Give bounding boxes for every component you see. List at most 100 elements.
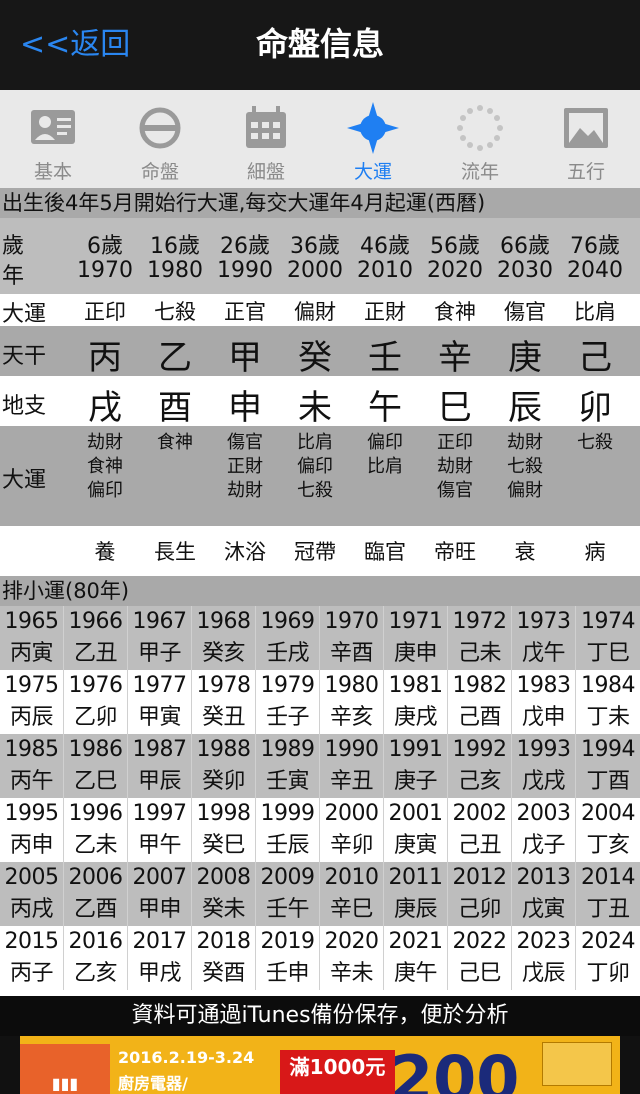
xiaoyun-ganzhi-cell: 戊寅 [512, 894, 576, 926]
xiaoyun-year-cell: 1983 [512, 670, 576, 702]
xiaoyun-ganzhi-row: 丙午 乙巳 甲辰 癸卯 壬寅 辛丑 庚子 己亥 戊戌 丁酉 [0, 766, 640, 798]
ad-date: 2016.2.19-3.24 [118, 1048, 255, 1067]
changsheng-cell: 衰 [514, 540, 536, 564]
canggan-cell: 劫財 [437, 456, 473, 477]
dayun-banner: 出生後4年5月開始行大運,每交大運年4月起運(西曆) [0, 188, 640, 218]
xiaoyun-year-cell: 2004 [581, 801, 636, 826]
xiaoyun-ganzhi-cell: 丙子 [0, 958, 64, 990]
xiaoyun-year-cell: 1971 [384, 606, 448, 638]
xiaoyun-year-cell: 2006 [64, 862, 128, 894]
canggan-cell: 食神 [87, 456, 123, 477]
xiaoyun-year-cell: 1995 [0, 798, 64, 830]
tab-dayun[interactable]: 大運 [320, 90, 426, 188]
xiaoyun-ganzhi-cell: 丙戌 [0, 894, 64, 926]
changsheng-cell: 冠帶 [294, 540, 336, 564]
ad-promo-box: 滿1000元 [280, 1050, 395, 1094]
tab-liunian[interactable]: 流年 [427, 90, 533, 188]
tab-detail[interactable]: 細盤 [213, 90, 319, 188]
xiaoyun-ganzhi-cell: 乙丑 [64, 638, 128, 670]
xiaoyun-ganzhi-cell: 戊午 [512, 638, 576, 670]
canggan-cell: 食神 [157, 432, 193, 453]
xiaoyun-ganzhi-cell: 甲戌 [128, 958, 192, 990]
xiaoyun-year-cell: 1987 [128, 734, 192, 766]
xiaoyun-year-cell: 1966 [64, 606, 128, 638]
age-cell: 16歲 [150, 234, 200, 259]
shishen-cell: 正官 [224, 300, 266, 324]
year-cell: 1970 [77, 258, 133, 283]
dizhi-cell: 卯 [578, 388, 612, 428]
xiaoyun-ganzhi-cell: 庚戌 [384, 702, 448, 734]
age-year-row: 歲 年 6歲 16歲 26歲 36歲 46歲 56歲 66歲 76歲 1970 1980 1990 2… [0, 218, 640, 294]
dizhi-header: 地支 [2, 394, 47, 419]
changsheng-cell: 養 [94, 540, 116, 564]
xiaoyun-year-cell: 1970 [320, 606, 384, 638]
tab-label: 基本 [33, 161, 72, 183]
xiaoyun-year-cell: 1993 [512, 734, 576, 766]
tiangan-header: 天干 [2, 344, 47, 369]
footer-note: 資料可通過iTunes備份保存，便於分析 [0, 996, 640, 1036]
changsheng-row: 養 長生 沐浴 冠帶 臨官 帝旺 衰 病 [0, 526, 640, 576]
tiangan-cell: 乙 [158, 338, 192, 378]
xiaoyun-year-cell: 1992 [448, 734, 512, 766]
dizhi-cell: 辰 [508, 388, 542, 428]
tab-chart[interactable]: 命盤 [107, 90, 213, 188]
xiaoyun-ganzhi-cell: 庚寅 [384, 830, 448, 862]
xiaoyun-year-cell: 1985 [0, 734, 64, 766]
xiaoyun-ganzhi-cell: 戊申 [512, 702, 576, 734]
xiaoyun-year-cell: 1979 [256, 670, 320, 702]
ad-promo: 滿1000元 [289, 1055, 386, 1079]
xiaoyun-year-cell: 1996 [64, 798, 128, 830]
xiaoyun-ganzhi-cell: 丁未 [586, 705, 630, 730]
xiaoyun-ganzhi-cell: 壬戌 [256, 638, 320, 670]
xiaoyun-ganzhi-cell: 甲申 [128, 894, 192, 926]
tab-label: 命盤 [140, 161, 179, 183]
tab-label: 五行 [566, 161, 605, 183]
xiaoyun-ganzhi-row: 丙申 乙未 甲午 癸巳 壬辰 辛卯 庚寅 己丑 戊子 丁亥 [0, 830, 640, 862]
age-cell: 36歲 [290, 234, 340, 259]
xiaoyun-year-cell: 1989 [256, 734, 320, 766]
shishen-cell: 正印 [84, 300, 126, 324]
tab-basic[interactable]: 基本 [0, 90, 106, 188]
tiangan-cell: 丙 [88, 338, 122, 378]
xiaoyun-ganzhi-cell: 庚子 [384, 766, 448, 798]
advertisement-banner[interactable]: ▮▮▮ 2016.2.19-3.24 廚房電器/ 滿1000元 200 [0, 1036, 640, 1094]
canggan-cell: 比肩 [297, 432, 333, 453]
xiaoyun-year-cell: 1991 [384, 734, 448, 766]
xiaoyun-ganzhi-cell: 丙寅 [0, 638, 64, 670]
tab-label: 流年 [460, 161, 499, 183]
ad-big-number: 200 [390, 1042, 520, 1094]
tab-wuxing[interactable]: 五行 [533, 90, 639, 188]
xiaoyun-year-cell: 2008 [192, 862, 256, 894]
xiaoyun-year-cell: 1980 [320, 670, 384, 702]
xiaoyun-year-cell: 2024 [581, 929, 636, 954]
xiaoyun-year-cell: 1969 [256, 606, 320, 638]
xiaoyun-year-cell: 1981 [384, 670, 448, 702]
xiaoyun-ganzhi-cell: 甲寅 [128, 702, 192, 734]
xiaoyun-year-row: 1995 1996 1997 1998 1999 2000 2001 2002 2003 2004 [0, 798, 640, 830]
canggan-cell: 比肩 [367, 456, 403, 477]
xiaoyun-year-cell: 2023 [512, 926, 576, 958]
dizhi-cell: 酉 [158, 388, 192, 428]
canggan-cell: 傷官 [437, 480, 473, 501]
xiaoyun-ganzhi-cell: 辛未 [320, 958, 384, 990]
xiaoyun-ganzhi-cell: 丁亥 [586, 833, 630, 858]
xiaoyun-ganzhi-cell: 丁卯 [586, 961, 630, 986]
changsheng-cell: 臨官 [364, 540, 406, 564]
xiaoyun-year-cell: 2011 [384, 862, 448, 894]
xiaoyun-year-cell: 2002 [448, 798, 512, 830]
canggan-row: 大運 劫財 食神 偏印 食神 傷官 正財 劫財 比肩 偏印 七殺 偏印 比肩 正印 劫財 傷官 劫財 七殺 偏財七… [0, 426, 640, 526]
year-cell: 2020 [427, 258, 483, 283]
age-cell: 6歲 [87, 234, 123, 259]
navigation-bar: <<返回 命盤信息 [0, 0, 640, 90]
xiaoyun-ganzhi-cell: 癸卯 [192, 766, 256, 798]
xiaoyun-ganzhi-cell: 辛丑 [320, 766, 384, 798]
xiaoyun-ganzhi-cell: 己亥 [448, 766, 512, 798]
tiangan-cell: 己 [578, 338, 612, 378]
dotted-circle-icon [457, 105, 503, 151]
xiaoyun-year-cell: 1965 [0, 606, 64, 638]
tiangan-cell: 癸 [298, 338, 332, 378]
canggan-header: 大運 [2, 468, 47, 493]
year-cell: 2030 [497, 258, 553, 283]
xiaoyun-ganzhi-cell: 辛酉 [320, 638, 384, 670]
xiaoyun-ganzhi-cell: 癸丑 [192, 702, 256, 734]
